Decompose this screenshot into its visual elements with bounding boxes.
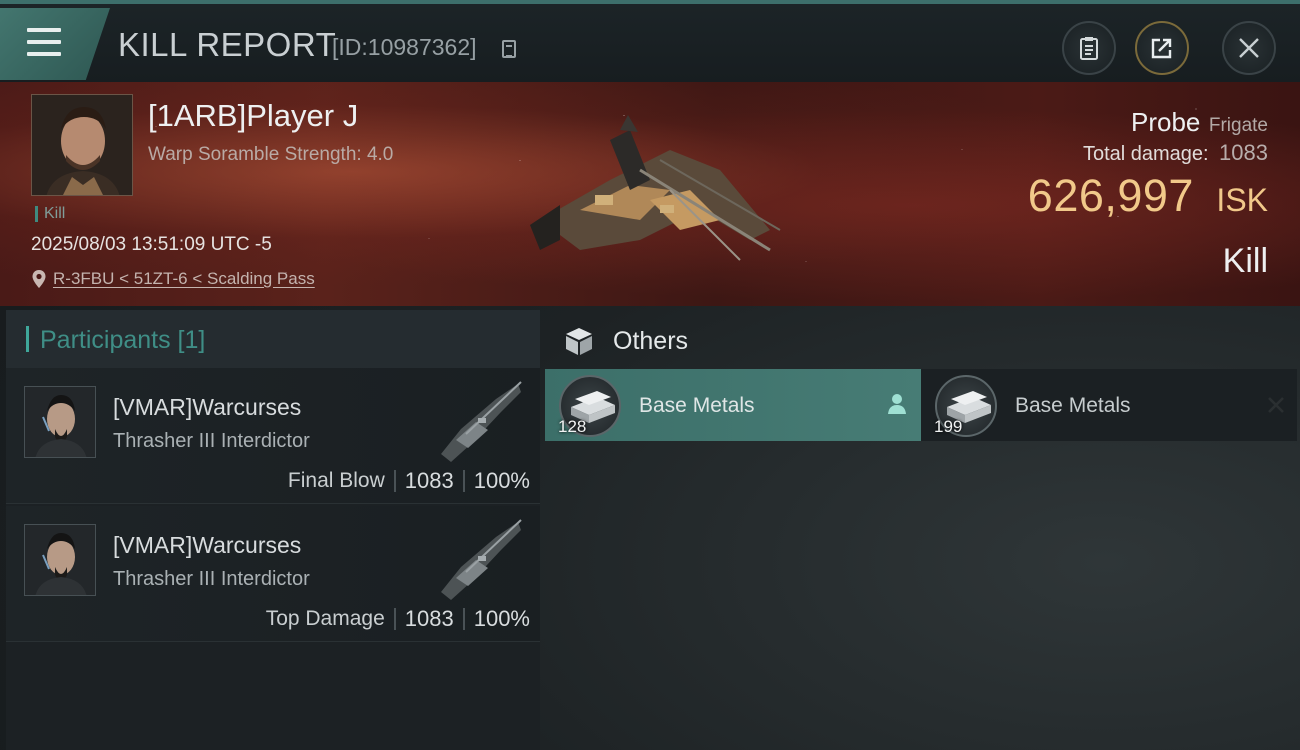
- item-name: Base Metals: [639, 394, 755, 417]
- ship-class: Frigate: [1208, 115, 1268, 136]
- participants-tab[interactable]: Participants [1]: [6, 310, 540, 368]
- participant-role: Final Blow: [287, 469, 385, 492]
- share-icon: [1151, 38, 1172, 59]
- kill-tag: Kill: [35, 206, 65, 222]
- share-button[interactable]: [1135, 21, 1189, 75]
- report-id: [ID:10987362]: [332, 34, 477, 60]
- participant-ship-image: [441, 381, 522, 462]
- item-quantity: 199: [934, 417, 963, 436]
- participant-row[interactable]: [VMAR]Warcurses Thrasher III Interdictor…: [6, 368, 540, 504]
- participant-stats: Final Blow 1083 100%: [288, 468, 530, 494]
- menu-icon: [27, 28, 61, 58]
- person-icon: [888, 394, 906, 414]
- participant-ship: Thrasher III Interdictor: [113, 430, 310, 452]
- location-text[interactable]: R-3FBU < 51ZT-6 < Scalding Pass: [53, 269, 315, 289]
- divider: [393, 608, 396, 630]
- page-title: KILL REPORT: [118, 26, 337, 63]
- divider: [462, 470, 465, 492]
- location-link[interactable]: R-3FBU < 51ZT-6 < Scalding Pass: [31, 268, 315, 290]
- ship-name[interactable]: Probe: [1131, 107, 1200, 137]
- victim-subtitle: Warp Soramble Strength: 4.0: [148, 144, 394, 165]
- participant-stats: Top Damage 1083 100%: [266, 606, 530, 632]
- participants-header: Participants [1]: [40, 326, 206, 354]
- others-title: Others: [613, 327, 689, 355]
- participant-name[interactable]: [VMAR]Warcurses: [113, 532, 301, 559]
- divider: [462, 608, 465, 630]
- divider: [393, 470, 396, 492]
- participant-ship: Thrasher III Interdictor: [113, 568, 310, 590]
- clipboard-button[interactable]: [1062, 21, 1116, 75]
- cube-icon: [566, 328, 592, 355]
- item-name: Base Metals: [1015, 394, 1131, 417]
- isk-unit: ISK: [1216, 182, 1268, 218]
- participant-damage: 1083: [404, 468, 454, 493]
- remove-icon[interactable]: [1265, 394, 1287, 416]
- participant-damage: 1083: [404, 606, 454, 631]
- close-button[interactable]: [1222, 21, 1276, 75]
- item-card[interactable]: 199 Base Metals: [921, 369, 1297, 441]
- participant-row[interactable]: [VMAR]Warcurses Thrasher III Interdictor…: [6, 506, 540, 642]
- participants-panel: Participants [1] [VMAR]Warcurses Thrashe…: [6, 310, 540, 750]
- participant-name[interactable]: [VMAR]Warcurses: [113, 394, 301, 421]
- isk-value: 626,997: [1027, 170, 1194, 221]
- ship-line: Probe Frigate: [1131, 107, 1268, 138]
- item-card[interactable]: 128 Base Metals: [545, 369, 921, 441]
- others-header: Others: [545, 310, 1297, 368]
- top-bar: KILL REPORT [ID:10987362]: [0, 0, 1300, 82]
- participant-percent: 100%: [473, 606, 530, 631]
- participant-percent: 100%: [473, 468, 530, 493]
- total-damage-value: 1083: [1219, 140, 1268, 165]
- result-label: Kill: [1222, 242, 1268, 280]
- participant-avatar[interactable]: [24, 524, 96, 596]
- copy-icon[interactable]: [502, 40, 516, 58]
- menu-button[interactable]: [0, 8, 110, 80]
- isk-value-line: 626,997 ISK: [1028, 170, 1268, 222]
- victim-name[interactable]: [1ARB]Player J: [148, 98, 358, 134]
- total-damage-label: Total damage:: [1082, 143, 1209, 165]
- victim-avatar[interactable]: [31, 94, 133, 196]
- participant-avatar[interactable]: [24, 386, 96, 458]
- kill-timestamp: 2025/08/03 13:51:09 UTC -5: [31, 234, 272, 255]
- victim-ship-image: [530, 115, 781, 261]
- victim-banner: [1ARB]Player J Warp Soramble Strength: 4…: [0, 82, 1300, 306]
- total-damage: Total damage: 1083: [1083, 140, 1268, 166]
- location-pin-icon: [32, 270, 46, 288]
- tab-marker: [26, 326, 29, 352]
- participant-role: Top Damage: [265, 607, 385, 630]
- participant-ship-image: [441, 519, 522, 600]
- item-quantity: 128: [558, 417, 587, 436]
- clipboard-icon: [1080, 37, 1098, 60]
- close-icon: [1239, 38, 1259, 58]
